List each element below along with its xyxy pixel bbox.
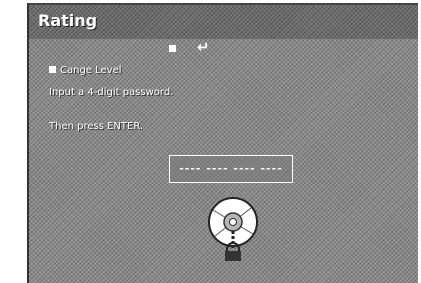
menu-item-label: Cange Level [60, 65, 122, 76]
square-icon [169, 45, 176, 52]
disc-lock-graphic [203, 192, 263, 262]
dialog-title: Rating [38, 11, 98, 30]
enter-icon: ↵ [197, 38, 210, 56]
title-bar: Rating [29, 5, 418, 39]
disc-icon [208, 197, 258, 261]
menu-item-change-level[interactable]: Cange Level [49, 65, 122, 76]
password-value: ---- ---- ---- ---- [179, 162, 283, 175]
tv-screen: Rating ↵ Cange Level Input a 4-digit pas… [0, 0, 421, 283]
prompt-line-2: Then press ENTER. [49, 121, 144, 132]
bullet-icon [49, 66, 56, 73]
prompt-line-1: Input a 4-digit password. [49, 87, 174, 98]
rating-dialog: Rating ↵ Cange Level Input a 4-digit pas… [27, 3, 418, 283]
password-input[interactable]: ---- ---- ---- ---- [169, 155, 293, 183]
